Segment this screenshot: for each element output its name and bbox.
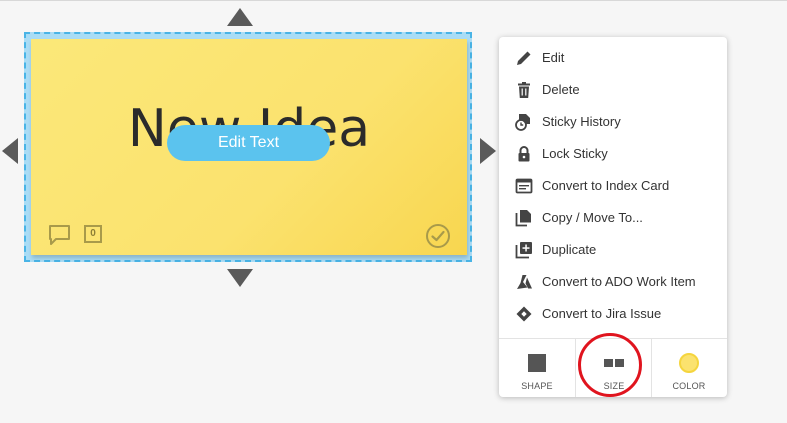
menu-item-label: Edit [542,50,565,65]
azure-devops-icon [517,275,532,289]
menu-item-delete[interactable]: Delete [499,74,727,106]
shape-tool-label: SHAPE [521,381,553,391]
add-sticky-left-arrow-icon[interactable] [2,138,18,164]
menu-item-sticky-history[interactable]: Sticky History [499,106,727,138]
color-swatch-icon [679,353,699,373]
lock-icon [518,146,530,162]
menu-item-convert-index-card[interactable]: Convert to Index Card [499,170,727,202]
history-icon [515,114,530,131]
menu-item-label: Delete [542,82,580,97]
jira-icon [516,306,532,322]
color-tool-button[interactable]: COLOR [651,339,727,397]
comment-count-badge: 0 [84,225,102,243]
menu-item-convert-ado[interactable]: Convert to ADO Work Item [499,266,727,298]
color-tool-label: COLOR [672,381,706,391]
menu-item-lock-sticky[interactable]: Lock Sticky [499,138,727,170]
menu-item-label: Duplicate [542,242,597,257]
comment-icon[interactable] [47,223,73,247]
menu-item-label: Convert to Jira Issue [542,306,662,321]
menu-item-duplicate[interactable]: Duplicate [499,234,727,266]
pencil-icon [517,51,531,65]
sticky-context-menu: Edit Delete Sticky History Lock Sticky C… [499,37,727,397]
canvas-top-border [0,0,787,1]
sticky-note[interactable]: New Idea Edit Text 0 [31,39,467,255]
copy-icon [515,210,531,227]
add-sticky-down-arrow-icon[interactable] [227,269,253,287]
duplicate-icon [515,242,532,259]
menu-item-label: Lock Sticky [542,146,608,161]
menu-item-convert-jira[interactable]: Convert to Jira Issue [499,298,727,330]
size-icon [604,359,624,367]
add-sticky-right-arrow-icon[interactable] [480,138,496,164]
edit-text-button[interactable]: Edit Text [167,125,330,161]
size-tool-button[interactable]: SIZE [576,339,652,397]
index-card-icon [515,178,533,194]
menu-item-edit[interactable]: Edit [499,42,727,74]
shape-tool-button[interactable]: SHAPE [499,339,575,397]
square-shape-icon [528,354,546,372]
add-sticky-up-arrow-icon[interactable] [227,8,253,26]
menu-item-label: Convert to Index Card [542,178,670,193]
menu-item-label: Convert to ADO Work Item [542,274,696,289]
menu-item-copy-move[interactable]: Copy / Move To... [499,202,727,234]
check-circle-icon[interactable] [424,222,452,250]
trash-icon [518,82,530,98]
menu-item-label: Copy / Move To... [542,210,643,225]
size-tool-label: SIZE [603,381,625,391]
menu-item-label: Sticky History [542,114,621,129]
